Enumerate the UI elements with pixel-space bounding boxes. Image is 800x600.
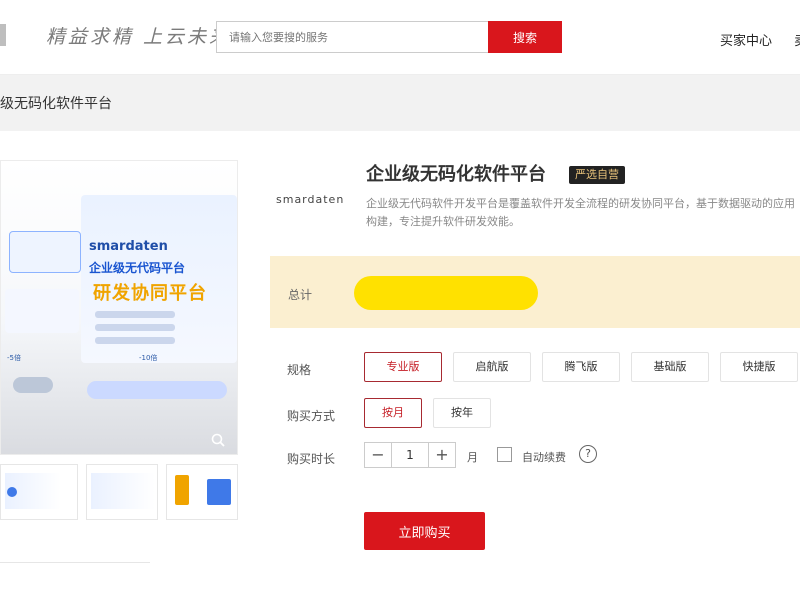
- spec-option-tengfei[interactable]: 腾飞版: [542, 352, 620, 382]
- hero-ui-card: [9, 231, 81, 273]
- product-title: 企业级无码化软件平台: [366, 164, 546, 185]
- nav-seller-center[interactable]: 卖: [794, 34, 800, 49]
- decrement-button[interactable]: −: [365, 443, 391, 467]
- divider: [0, 562, 150, 563]
- spec-option-basic[interactable]: 基础版: [631, 352, 709, 382]
- price-value-redacted: [354, 276, 538, 310]
- spec-label: 规格: [287, 363, 312, 377]
- quantity-stepper: − 1 +: [364, 442, 456, 468]
- auto-renew-checkbox[interactable]: [497, 447, 512, 462]
- nav-buyer-center[interactable]: 买家中心: [720, 34, 772, 49]
- product-badge: 严选自营: [569, 166, 625, 184]
- product-hero-image: smardaten 企业级无代码平台 研发协同平台 -5倍 -10倍: [1, 161, 237, 454]
- zoom-icon[interactable]: [211, 433, 225, 447]
- price-label: 总计: [288, 288, 313, 302]
- spec-option-qihang[interactable]: 启航版: [453, 352, 531, 382]
- product-description: 企业级无代码软件开发平台是覆盖软件开发全流程的研发协同平台，基于数据驱动的应用构…: [366, 197, 795, 228]
- hero-stat-left: -5倍: [7, 354, 21, 362]
- thumbnail-2[interactable]: [86, 464, 158, 520]
- purchase-yearly-option[interactable]: 按年: [433, 398, 491, 428]
- hero-ui-pill: [13, 377, 53, 393]
- spec-option-pro[interactable]: 专业版: [364, 352, 442, 382]
- site-logo[interactable]: 精益求精 上云未来: [46, 22, 231, 49]
- brand-logo: smardaten: [276, 193, 345, 206]
- thumbnail-1[interactable]: [0, 464, 78, 520]
- hero-stat-right: -10倍: [139, 354, 158, 362]
- thumbnail-strip: [0, 464, 238, 520]
- search-button[interactable]: 搜索: [488, 21, 562, 53]
- product-image-viewer[interactable]: smardaten 企业级无代码平台 研发协同平台 -5倍 -10倍: [0, 160, 238, 455]
- hero-subtitle: 企业级无代码平台: [89, 261, 186, 275]
- purchase-monthly-option[interactable]: 按月: [364, 398, 422, 428]
- top-header: 精益求精 上云未来 搜索 买家中心 卖: [0, 0, 800, 75]
- hero-brand: smardaten: [89, 239, 168, 254]
- hero-title: 研发协同平台: [93, 283, 207, 304]
- duration-label: 购买时长: [287, 452, 336, 466]
- price-band: 总计: [270, 256, 800, 328]
- hero-footer-bar: [87, 381, 227, 399]
- spec-option-quick[interactable]: 快捷版: [720, 352, 798, 382]
- buy-now-button[interactable]: 立即购买: [364, 512, 485, 550]
- search-input[interactable]: [217, 22, 489, 52]
- increment-button[interactable]: +: [429, 443, 455, 467]
- hero-ui-card-2: [5, 289, 79, 333]
- breadcrumb: 级无码化软件平台: [0, 75, 800, 131]
- logo-fragment: [0, 24, 6, 46]
- purchase-mode-label: 购买方式: [287, 409, 336, 423]
- auto-renew-label[interactable]: 自动续费: [522, 449, 566, 465]
- help-icon[interactable]: ?: [579, 445, 597, 463]
- top-nav: 买家中心 卖: [720, 30, 800, 49]
- thumbnail-3[interactable]: [166, 464, 238, 520]
- hero-bullets: [95, 311, 175, 350]
- quantity-value[interactable]: 1: [391, 443, 429, 467]
- search-bar: 搜索: [216, 21, 562, 53]
- breadcrumb-current: 级无码化软件平台: [0, 96, 112, 112]
- duration-unit: 月: [467, 451, 478, 464]
